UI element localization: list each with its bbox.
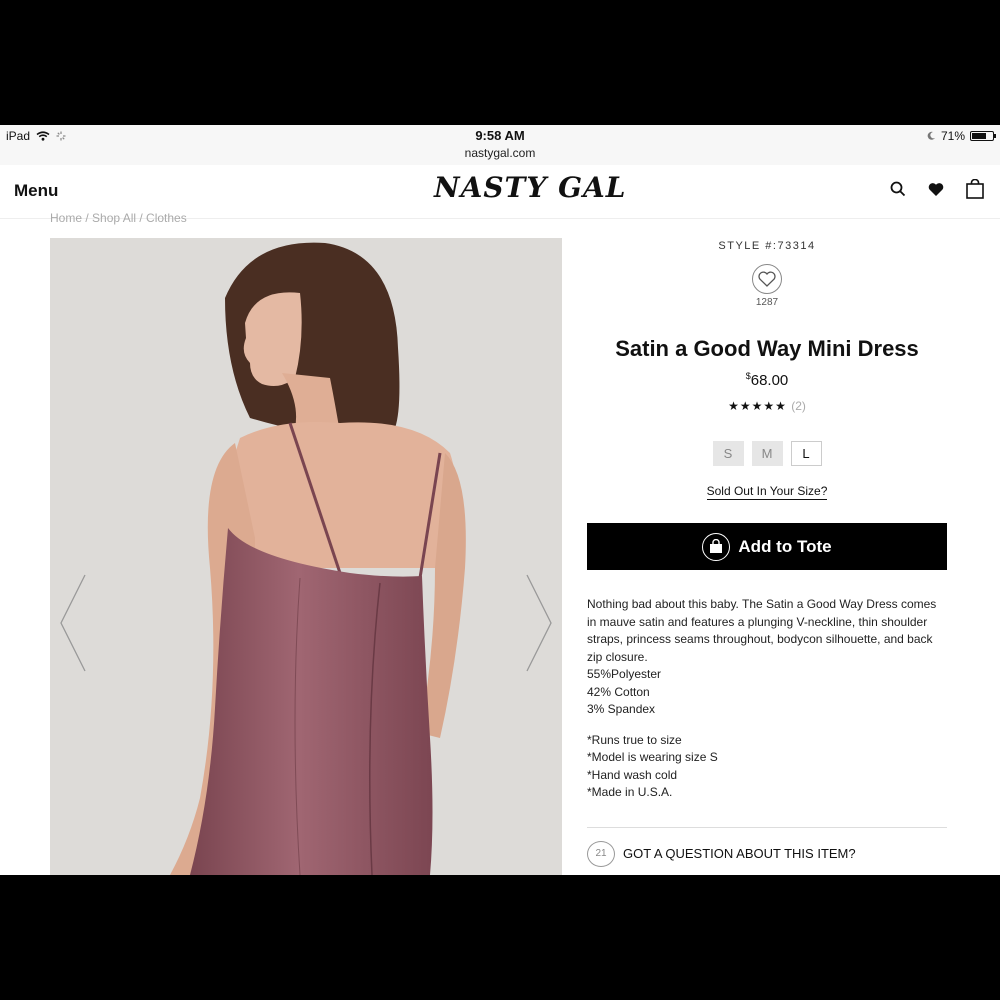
product-description: Nothing bad about this baby. The Satin a… (587, 596, 947, 719)
product-image (50, 238, 562, 875)
divider (587, 826, 947, 828)
rating-stars: ★★★★★ (728, 399, 787, 413)
next-image-arrow[interactable] (524, 573, 554, 673)
add-to-tote-button[interactable]: Add to Tote (587, 523, 947, 570)
composition-line: 55%Polyester (587, 667, 662, 681)
bag-icon[interactable] (966, 179, 984, 199)
browser-screen: iPad 9:58 AM nastygal.com 71% Menu NASTY… (0, 125, 1000, 875)
battery-fill (972, 133, 987, 139)
heart-icon[interactable] (928, 182, 944, 197)
size-option-s[interactable]: S (712, 441, 744, 466)
note-line: *Runs true to size (587, 732, 682, 747)
note-line: *Model is wearing size S (587, 750, 718, 764)
product-price: $68.00 (587, 371, 947, 389)
favorite-button[interactable] (752, 264, 782, 294)
question-link[interactable]: 21 GOT A QUESTION ABOUT THIS ITEM? (587, 840, 947, 867)
tote-bag-icon (702, 532, 731, 561)
site-logo[interactable]: NASTY GAL (434, 171, 626, 204)
battery-percent: 71% (940, 129, 965, 143)
prev-image-arrow[interactable] (58, 573, 88, 673)
description-text: Nothing bad about this baby. The Satin a… (587, 597, 937, 664)
status-time: 9:58 AM (475, 128, 525, 143)
note-line: *Made in U.S.A. (587, 785, 673, 799)
model-photo (50, 238, 562, 875)
question-bubble-icon: 21 (587, 840, 615, 867)
moon-icon (927, 131, 935, 140)
battery-icon (970, 131, 996, 141)
size-selector: S M L (587, 441, 947, 466)
add-to-tote-label: Add to Tote (738, 536, 832, 556)
question-count: 21 (595, 848, 607, 859)
heart-outline-icon (758, 271, 776, 287)
size-option-l[interactable]: L (790, 441, 822, 466)
composition-line: 3% Spandex (587, 702, 656, 716)
style-number: STYLE #:73314 (718, 240, 816, 252)
search-icon[interactable] (890, 181, 906, 197)
review-count[interactable]: (2) (791, 399, 806, 413)
question-label[interactable]: GOT A QUESTION ABOUT THIS ITEM? (623, 846, 856, 861)
product-title: Satin a Good Way Mini Dress (615, 336, 919, 361)
header-icons (890, 179, 984, 199)
breadcrumb[interactable]: Home / Shop All / Clothes (50, 211, 187, 225)
status-right: 71% (926, 129, 996, 143)
status-bar: iPad 9:58 AM nastygal.com 71% (0, 125, 1000, 165)
menu-button[interactable]: Menu (14, 181, 58, 201)
address-bar[interactable]: nastygal.com (0, 146, 1000, 160)
rating[interactable]: ★★★★★ (2) (587, 399, 947, 413)
product-notes: *Runs true to size *Model is wearing siz… (587, 732, 947, 802)
sold-out-link[interactable]: Sold Out In Your Size? (587, 484, 947, 500)
favorites-count: 1287 (755, 297, 779, 308)
composition-line: 42% Cotton (587, 684, 650, 699)
price-value: 68.00 (750, 372, 789, 389)
note-line: *Hand wash cold (587, 767, 678, 782)
size-option-m[interactable]: M (751, 441, 783, 466)
sold-out-link-text[interactable]: Sold Out In Your Size? (706, 484, 828, 500)
product-details: STYLE #:73314 1287 Satin a Good Way Mini… (587, 238, 947, 867)
